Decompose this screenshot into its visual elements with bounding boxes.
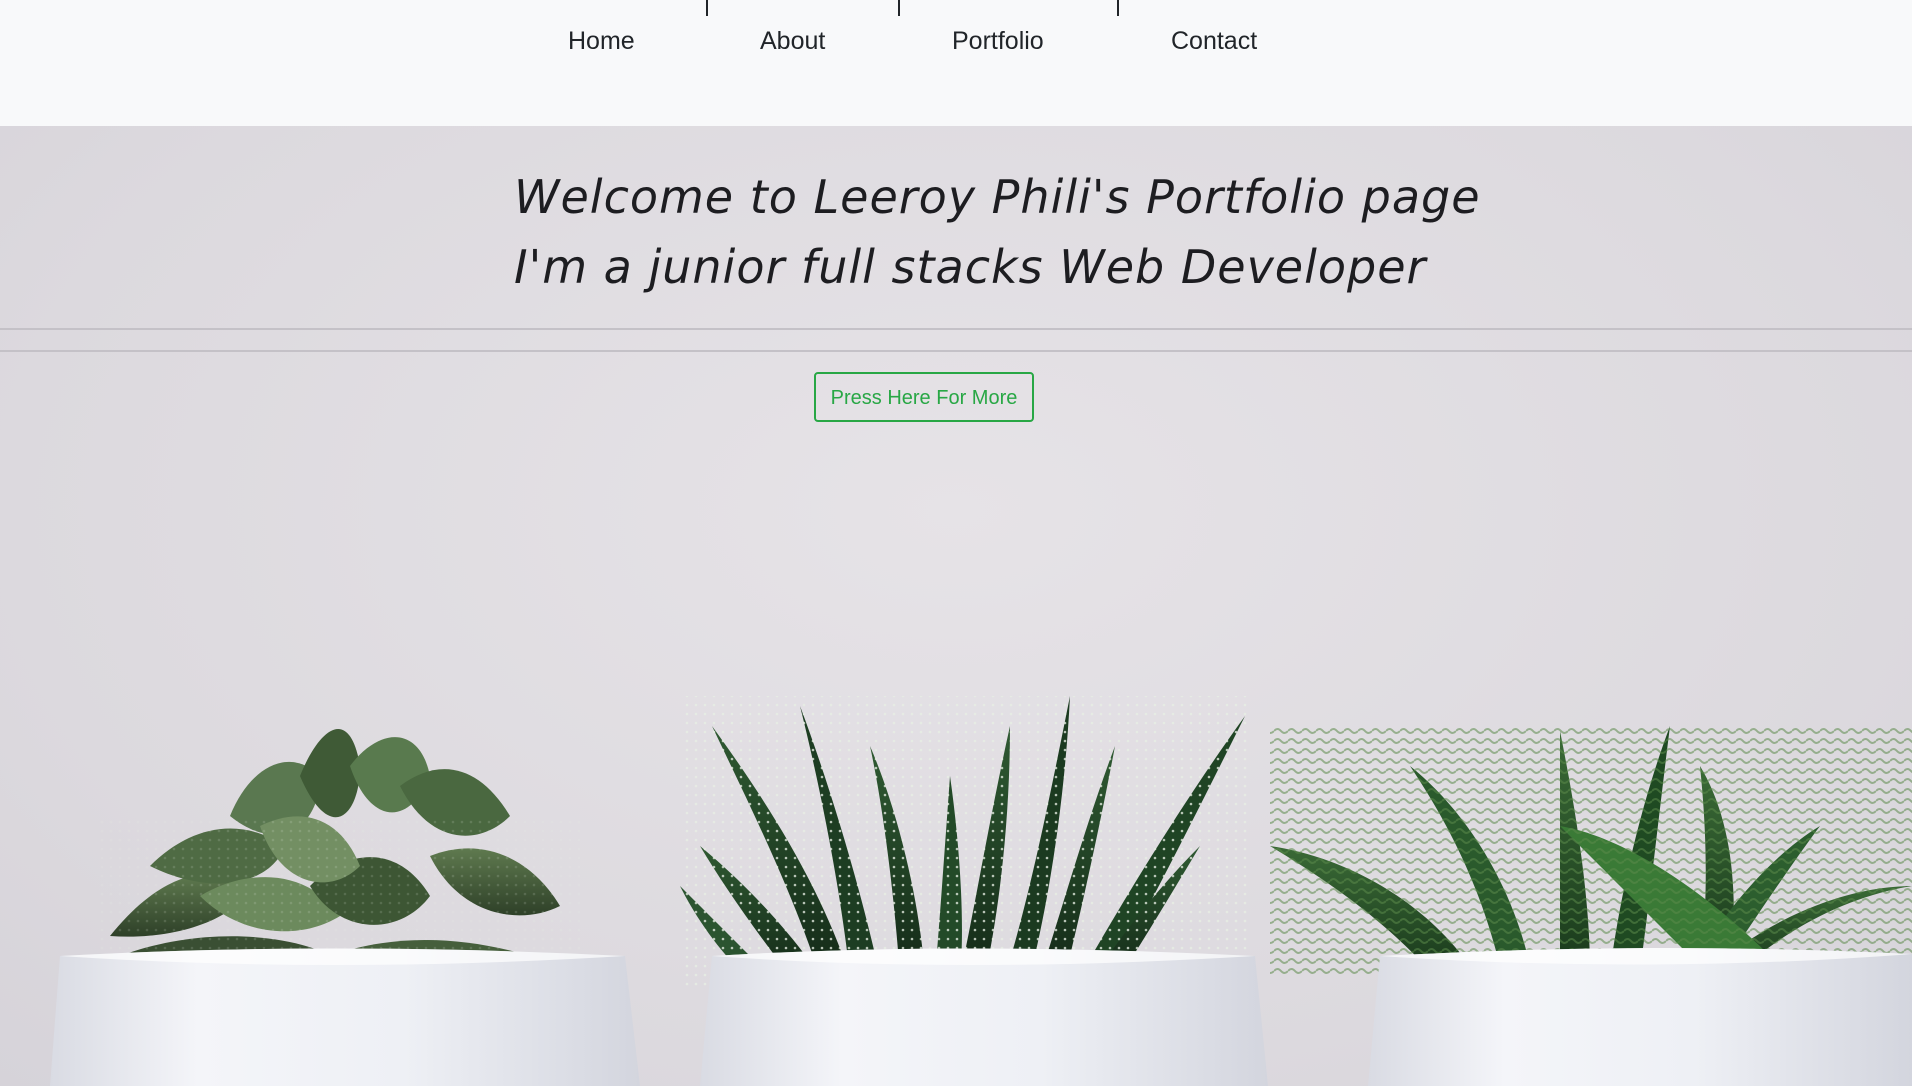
hero-divider-top (0, 328, 1912, 330)
headline-line-1: Welcome to Leeroy Phili's Portfolio page (514, 170, 1481, 224)
nav-contact-link[interactable]: Contact (1171, 24, 1257, 58)
nav-about-link[interactable]: About (760, 24, 825, 58)
headline-line-2: I'm a junior full stacks Web Developer (514, 240, 1427, 294)
hero-headline: Welcome to Leeroy Phili's Portfolio page… (514, 162, 1481, 302)
nav-portfolio-link[interactable]: Portfolio (952, 24, 1044, 58)
nav-home-link[interactable]: Home (568, 24, 635, 58)
top-navbar: Home About Portfolio Contact (0, 0, 1912, 126)
nav-separator (706, 0, 708, 16)
press-here-for-more-button[interactable]: Press Here For More (814, 372, 1034, 422)
nav-separator (1117, 0, 1119, 16)
middle-succulent (680, 696, 1250, 986)
right-succulent (1270, 726, 1912, 976)
hero-divider-bottom (0, 350, 1912, 352)
left-succulent (100, 728, 580, 986)
nav-separator (898, 0, 900, 16)
